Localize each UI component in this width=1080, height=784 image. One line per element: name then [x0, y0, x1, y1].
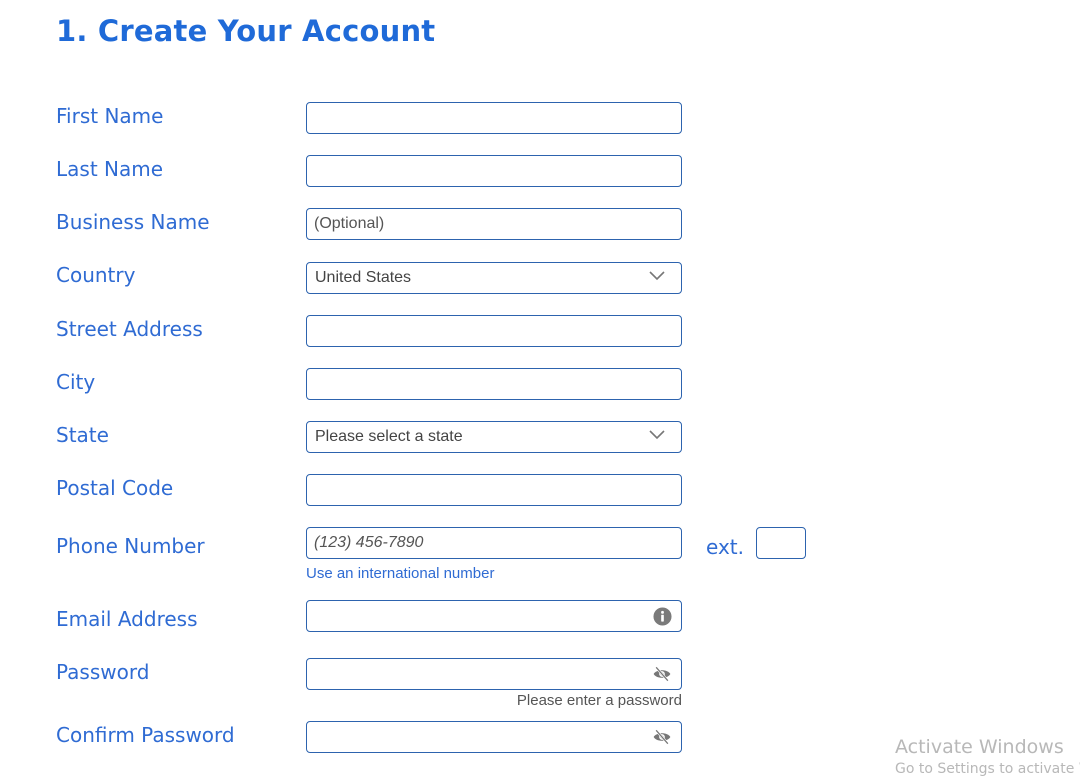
last-name-input[interactable]	[307, 156, 644, 186]
postal-code-label: Postal Code	[56, 476, 174, 500]
chevron-down-icon	[649, 271, 665, 281]
street-address-field-wrapper	[306, 315, 682, 347]
email-field-wrapper	[306, 600, 682, 632]
street-address-input[interactable]	[307, 316, 644, 346]
state-select[interactable]: Please select a state	[306, 421, 682, 453]
first-name-input[interactable]	[307, 103, 644, 133]
password-error-message: Please enter a password	[516, 692, 682, 709]
page-title: 1. Create Your Account	[56, 14, 436, 48]
city-label: City	[56, 370, 96, 394]
international-number-link[interactable]: Use an international number	[306, 565, 494, 582]
business-name-label: Business Name	[56, 210, 210, 234]
business-name-input[interactable]	[307, 209, 644, 239]
confirm-password-input[interactable]	[307, 722, 644, 752]
activate-windows-watermark-subtitle: Go to Settings to activate W	[895, 761, 1080, 777]
confirm-password-field-wrapper	[306, 721, 682, 753]
business-name-field-wrapper	[306, 208, 682, 240]
city-field-wrapper	[306, 368, 682, 400]
ext-input[interactable]	[757, 528, 805, 558]
first-name-label: First Name	[56, 104, 164, 128]
first-name-field-wrapper	[306, 102, 682, 134]
country-selected-value: United States	[315, 269, 412, 286]
email-input[interactable]	[307, 601, 644, 631]
eye-slash-icon[interactable]	[652, 728, 672, 746]
state-label: State	[56, 423, 109, 447]
phone-field-wrapper	[306, 527, 682, 559]
last-name-field-wrapper	[306, 155, 682, 187]
ext-label: ext.	[706, 535, 744, 559]
country-label: Country	[56, 263, 136, 287]
street-address-label: Street Address	[56, 317, 203, 341]
state-selected-value: Please select a state	[315, 428, 463, 445]
ext-field-wrapper	[756, 527, 806, 559]
phone-input[interactable]	[307, 528, 644, 558]
password-label: Password	[56, 660, 150, 684]
last-name-label: Last Name	[56, 157, 164, 181]
postal-code-field-wrapper	[306, 474, 682, 506]
chevron-down-icon	[649, 430, 665, 440]
info-icon[interactable]	[653, 607, 672, 626]
password-input[interactable]	[307, 659, 644, 689]
activate-windows-watermark-title: Activate Windows	[895, 736, 1064, 758]
country-select[interactable]: United States	[306, 262, 682, 294]
postal-code-input[interactable]	[307, 475, 644, 505]
confirm-password-label: Confirm Password	[56, 723, 235, 747]
city-input[interactable]	[307, 369, 644, 399]
email-label: Email Address	[56, 607, 198, 631]
eye-slash-icon[interactable]	[652, 665, 672, 683]
phone-label: Phone Number	[56, 534, 205, 558]
password-field-wrapper	[306, 658, 682, 690]
